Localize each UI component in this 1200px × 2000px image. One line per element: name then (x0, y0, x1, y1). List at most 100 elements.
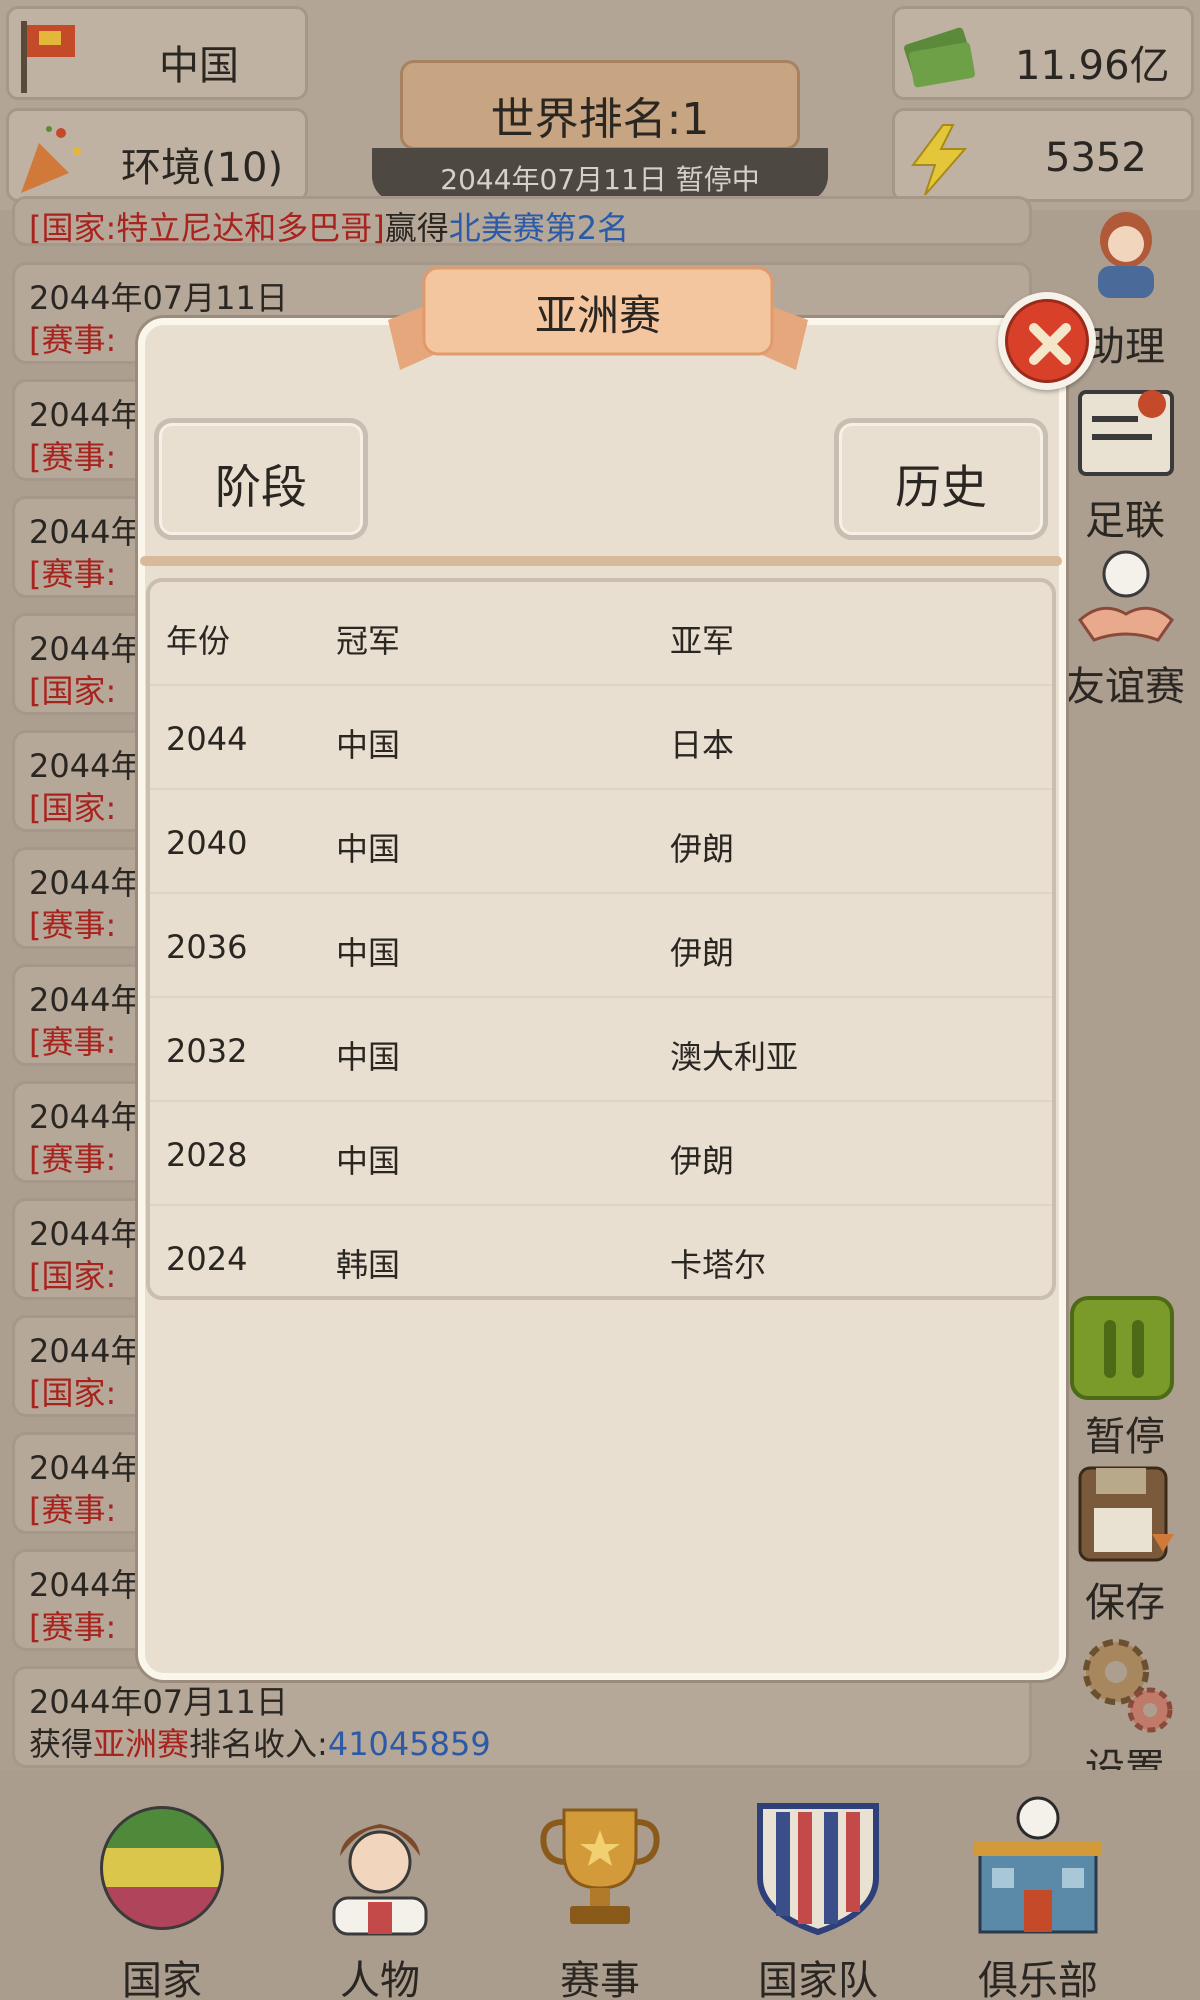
cell-year: 2036 (166, 928, 248, 966)
cell-year: 2040 (166, 824, 248, 862)
feed-tag: [赛事: (29, 438, 117, 476)
money-value: 11.96亿 (1015, 43, 1170, 89)
feed-tag: [赛事: (29, 555, 117, 593)
table-row: 2032 中国 澳大利亚 (150, 998, 1052, 1102)
lightning-icon (911, 124, 968, 196)
cell-champion: 中国 (336, 726, 401, 764)
cell-runner-up: 伊朗 (670, 1142, 735, 1180)
save-icon (1078, 1466, 1174, 1562)
country-box[interactable]: 中国 (6, 6, 308, 100)
column-header-champion: 冠军 (336, 622, 401, 660)
side-label: 友谊赛 (1065, 664, 1185, 710)
date-status: 2044年07月11日 暂停中 (440, 163, 760, 196)
country-name: 中国 (159, 43, 239, 89)
feed-date: 2044年 (29, 1215, 143, 1253)
stage-button[interactable]: 阶段 (154, 418, 368, 540)
table-row: 2036 中国 伊朗 (150, 894, 1052, 998)
side-pause[interactable]: 暂停 (1060, 1296, 1190, 1466)
nav-country[interactable]: 国家 (72, 1770, 252, 2000)
side-federation[interactable]: 足联 (1060, 382, 1190, 544)
cell-runner-up: 澳大利亚 (670, 1038, 799, 1076)
certificate-icon (1078, 390, 1174, 476)
side-save[interactable]: 保存 (1060, 1464, 1190, 1626)
history-button[interactable]: 历史 (834, 418, 1048, 540)
money-icon (904, 27, 976, 88)
side-label: 保存 (1085, 1580, 1165, 1626)
side-label: 足联 (1085, 498, 1165, 544)
nav-club[interactable]: 俱乐部 (948, 1770, 1128, 2000)
feed-date: 2044年 (29, 747, 143, 785)
world-rank-banner: 世界排名:1 (400, 60, 800, 150)
energy-box[interactable]: 5352 (892, 108, 1194, 202)
close-icon (1005, 299, 1089, 383)
table-header-row: 年份 冠军 亚军 (150, 582, 1052, 686)
cell-year: 2024 (166, 1240, 248, 1278)
cell-champion: 中国 (336, 1038, 401, 1076)
feed-date: 2044年07月11日 (29, 279, 288, 317)
country-flag-icon (100, 1806, 224, 1930)
gear-icon (1083, 1639, 1173, 1733)
feed-date: 2044年 (29, 864, 143, 902)
trophy-icon (540, 1808, 660, 1924)
cell-champion: 韩国 (336, 1246, 401, 1284)
world-rank: 世界排名:1 (490, 94, 710, 145)
column-header-runner-up: 亚军 (670, 622, 735, 660)
side-label: 暂停 (1085, 1414, 1165, 1460)
feed-tag: [国家: (29, 1257, 117, 1295)
cell-runner-up: 卡塔尔 (670, 1246, 767, 1284)
cell-champion: 中国 (336, 934, 401, 972)
feed-date: 2044年 (29, 513, 143, 551)
cell-champion: 中国 (336, 830, 401, 868)
nav-label: 人物 (340, 1958, 420, 2000)
nav-label: 俱乐部 (978, 1958, 1098, 2000)
nav-national-team[interactable]: 国家队 (728, 1770, 908, 2000)
feed-tag: [赛事: (29, 321, 117, 359)
date-status-bar: 2044年07月11日 暂停中 (372, 148, 828, 202)
cell-champion: 中国 (336, 1142, 401, 1180)
side-friendly-match[interactable]: 友谊赛 (1060, 548, 1190, 710)
flag-icon (21, 21, 75, 93)
cell-runner-up: 伊朗 (670, 830, 735, 868)
feed-date: 2044年 (29, 1098, 143, 1136)
close-button[interactable] (998, 292, 1096, 390)
nav-label: 国家队 (758, 1958, 878, 2000)
cell-year: 2044 (166, 720, 248, 758)
feed-text: 获得亚洲赛排名收入:41045859 (29, 1725, 491, 1763)
table-row: 2040 中国 伊朗 (150, 790, 1052, 894)
environment-box[interactable]: 环境(10) (6, 108, 308, 202)
feed-date: 2044年 (29, 396, 143, 434)
dialog-title: 亚洲赛 (534, 291, 661, 340)
feed-date: 2044年 (29, 1332, 143, 1370)
feed-date: 2044年 (29, 1449, 143, 1487)
nav-label: 国家 (122, 1958, 202, 2000)
nav-person[interactable]: 人物 (290, 1770, 470, 2000)
feed-text: [国家:特立尼达和多巴哥]赢得北美赛第2名 (29, 209, 630, 247)
side-settings[interactable]: 设置 (1060, 1632, 1190, 1792)
stage-button-label: 阶段 (215, 460, 307, 514)
cell-year: 2032 (166, 1032, 248, 1070)
energy-value: 5352 (1045, 135, 1147, 181)
feed-tag: [赛事: (29, 1491, 117, 1529)
person-icon (332, 1824, 428, 1936)
feed-tag: [国家: (29, 672, 117, 710)
table-row: 2028 中国 伊朗 (150, 1102, 1052, 1206)
cell-runner-up: 伊朗 (670, 934, 735, 972)
feed-item: [国家:特立尼达和多巴哥]赢得北美赛第2名 (12, 196, 1032, 247)
party-popper-icon (21, 126, 81, 193)
cell-runner-up: 日本 (670, 726, 735, 764)
history-button-label: 历史 (895, 460, 987, 514)
feed-tag: [国家: (29, 789, 117, 827)
dialog-divider (140, 556, 1062, 566)
feed-tag: [国家: (29, 1374, 117, 1412)
feed-date: 2044年 (29, 630, 143, 668)
feed-tag: [赛事: (29, 1608, 117, 1646)
nav-label: 赛事 (560, 1958, 640, 2000)
feed-date: 2044年 (29, 1566, 143, 1604)
team-shield-icon (757, 1803, 879, 1936)
assistant-icon (1098, 212, 1154, 298)
column-header-year: 年份 (166, 622, 231, 660)
money-box[interactable]: 11.96亿 (892, 6, 1194, 100)
handshake-ball-icon (1078, 550, 1174, 642)
nav-competition[interactable]: 赛事 (510, 1770, 690, 2000)
pause-icon (1070, 1296, 1174, 1400)
